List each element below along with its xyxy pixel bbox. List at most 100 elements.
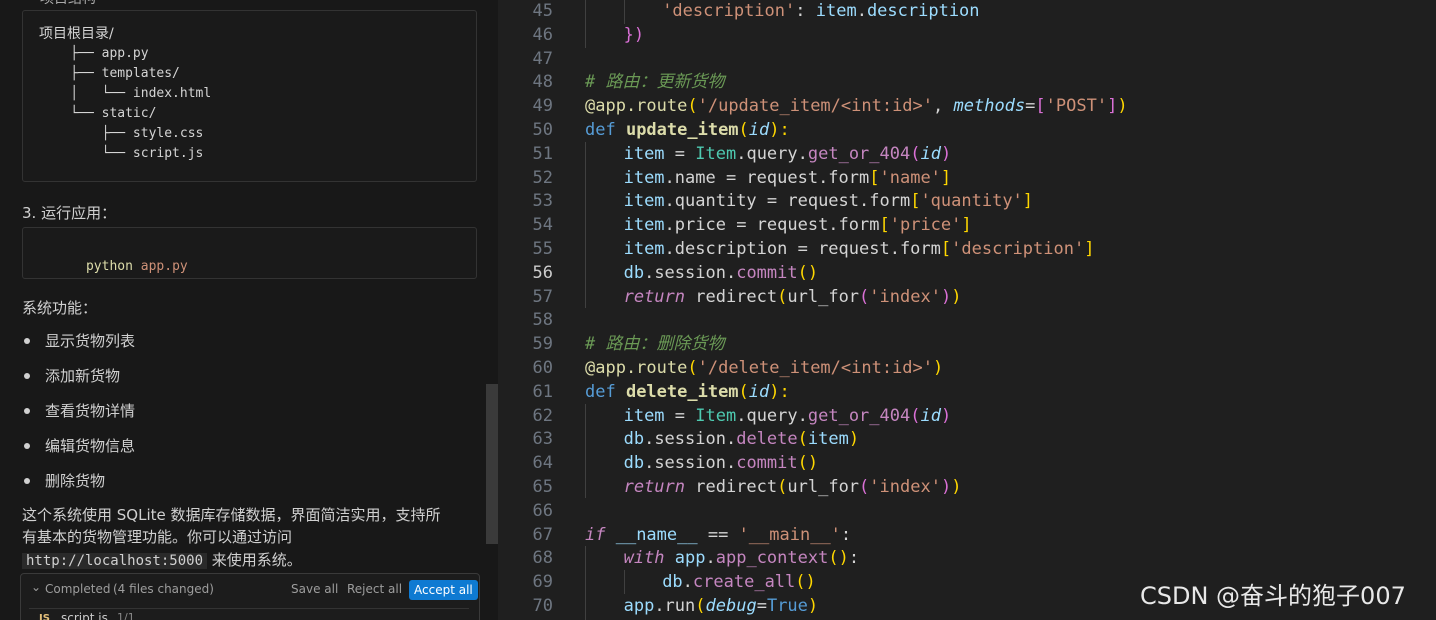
- code-text: db.session.commit(): [624, 261, 819, 285]
- code-token: (: [777, 286, 788, 307]
- code-token: def: [585, 381, 626, 402]
- code-token: 'name': [879, 167, 941, 188]
- reject-all-button[interactable]: Reject all: [347, 582, 402, 596]
- code-token: ]: [1107, 96, 1118, 117]
- code-token: item: [807, 429, 849, 450]
- code-token: id: [920, 405, 941, 426]
- code-token: return: [623, 477, 696, 497]
- code-token: 'index': [869, 477, 941, 497]
- feature-item: 显示货物列表: [45, 332, 136, 350]
- code-token: '/delete_item/<int:id>': [697, 358, 934, 378]
- code-token: debug: [705, 596, 757, 616]
- line-number: 62: [532, 405, 553, 426]
- code-text: 'description': item.description: [662, 0, 979, 23]
- code-token: commit: [736, 262, 798, 283]
- code-line: 54 item.price = request.form['price']: [498, 213, 1436, 237]
- summary-text-line1: 这个系统使用 SQLite 数据库存储数据，界面简洁实用，支持所: [22, 506, 441, 524]
- code-token: db: [623, 453, 645, 474]
- code-token: (: [738, 120, 749, 140]
- line-number: 69: [532, 572, 553, 593]
- code-token: (): [828, 548, 849, 569]
- code-token: =: [664, 143, 696, 164]
- js-file-icon: JS: [39, 613, 50, 620]
- code-token: ): [940, 405, 952, 426]
- feature-item: 删除货物: [45, 472, 106, 490]
- line-number: 55: [532, 239, 553, 259]
- code-token: id: [920, 143, 941, 164]
- line-number: 51: [532, 143, 553, 164]
- changed-file-item[interactable]: JS script.js 1/1: [29, 608, 469, 620]
- run-command-program: python: [85, 259, 133, 274]
- save-all-button[interactable]: Save all: [291, 582, 338, 596]
- code-token: ): [933, 358, 944, 378]
- code-editor[interactable]: 45'description': item.description 46}) 47 4…: [498, 0, 1436, 620]
- line-number: 70: [532, 596, 553, 616]
- code-token: .: [856, 1, 867, 21]
- code-token: ): [951, 286, 962, 307]
- code-token: ): [940, 477, 952, 497]
- code-token: =: [1025, 96, 1036, 117]
- code-token: (: [777, 477, 788, 497]
- code-text: return redirect(url_for('index')): [624, 475, 962, 499]
- code-token: id: [748, 381, 770, 402]
- code-token: def: [585, 120, 626, 140]
- code-token: (: [797, 429, 808, 450]
- code-text: with app.app_context():: [624, 546, 859, 570]
- code-line: 64 db.session.commit(): [498, 451, 1436, 475]
- code-token: True: [766, 596, 808, 616]
- code-token: (: [910, 143, 921, 164]
- feature-item: 查看货物详情: [45, 402, 136, 420]
- code-token: commit: [736, 453, 798, 474]
- chat-scrollbar[interactable]: [486, 384, 498, 544]
- code-text: item.description = request.form['descrip…: [624, 237, 1095, 261]
- code-token: id: [748, 120, 770, 140]
- run-heading: 3. 运行应用：: [22, 204, 117, 222]
- code-token: (: [695, 596, 706, 616]
- code-token: redirect: [695, 477, 778, 497]
- code-token: [: [910, 191, 921, 212]
- tree-line: 项目根目录/: [39, 26, 114, 42]
- line-number: 48: [532, 72, 553, 93]
- code-line: 52 item.name = request.form['name']: [498, 166, 1436, 190]
- changes-bar: ⌄ Completed (4 files changed) Save all R…: [20, 573, 480, 620]
- tree-line: └── script.js: [39, 146, 204, 161]
- code-token: ): [940, 286, 952, 307]
- chevron-down-icon[interactable]: ⌄: [31, 580, 41, 594]
- code-token: # 路由：删除货物: [585, 334, 725, 355]
- code-text: item.quantity = request.form['quantity']: [624, 189, 1033, 213]
- summary-tail: 来使用系统。: [207, 551, 302, 569]
- code-token: item: [815, 1, 857, 21]
- code-token: [: [1035, 96, 1046, 117]
- code-token: item: [623, 191, 665, 212]
- code-line: 65 return redirect(url_for('index')): [498, 475, 1436, 499]
- code-token: '__main__': [738, 524, 841, 545]
- code-token: get_or_404: [807, 143, 911, 164]
- tree-code-block: 项目根目录/ ├── app.py ├── templates/ │ └── i…: [22, 10, 477, 182]
- bullet-icon: [24, 338, 30, 344]
- code-token: '/update_item/<int:id>': [697, 96, 934, 117]
- feature-item: 添加新货物: [45, 367, 121, 385]
- code-token: item: [623, 143, 665, 164]
- code-token: ]: [1022, 191, 1034, 212]
- line-number: 63: [532, 429, 553, 450]
- code-line: 58: [498, 308, 1436, 332]
- code-text: item = Item.query.get_or_404(id): [624, 404, 952, 428]
- code-token: return: [623, 286, 696, 307]
- code-token: app: [674, 548, 706, 569]
- code-token: methods: [953, 96, 1026, 117]
- code-token: ): [940, 143, 952, 164]
- code-token: .run: [654, 596, 696, 616]
- code-text: }): [624, 23, 644, 47]
- code-line: 56 db.session.commit(): [498, 261, 1436, 285]
- code-token: @app.route: [585, 358, 688, 378]
- localhost-url[interactable]: http://localhost:5000: [22, 553, 208, 569]
- code-line: 63 db.session.delete(item): [498, 427, 1436, 451]
- summary-text-line3: http://localhost:5000 来使用系统。: [22, 549, 302, 570]
- code-token: .session.: [644, 262, 737, 283]
- code-token: url_for: [787, 286, 860, 307]
- tree-line: ├── style.css: [39, 126, 204, 141]
- accept-all-button[interactable]: Accept all: [409, 580, 478, 600]
- code-line: 49 @app.route('/update_item/<int:id>', me…: [498, 94, 1436, 118]
- run-command-arg: app.py: [132, 259, 188, 274]
- line-number: 50: [532, 120, 553, 140]
